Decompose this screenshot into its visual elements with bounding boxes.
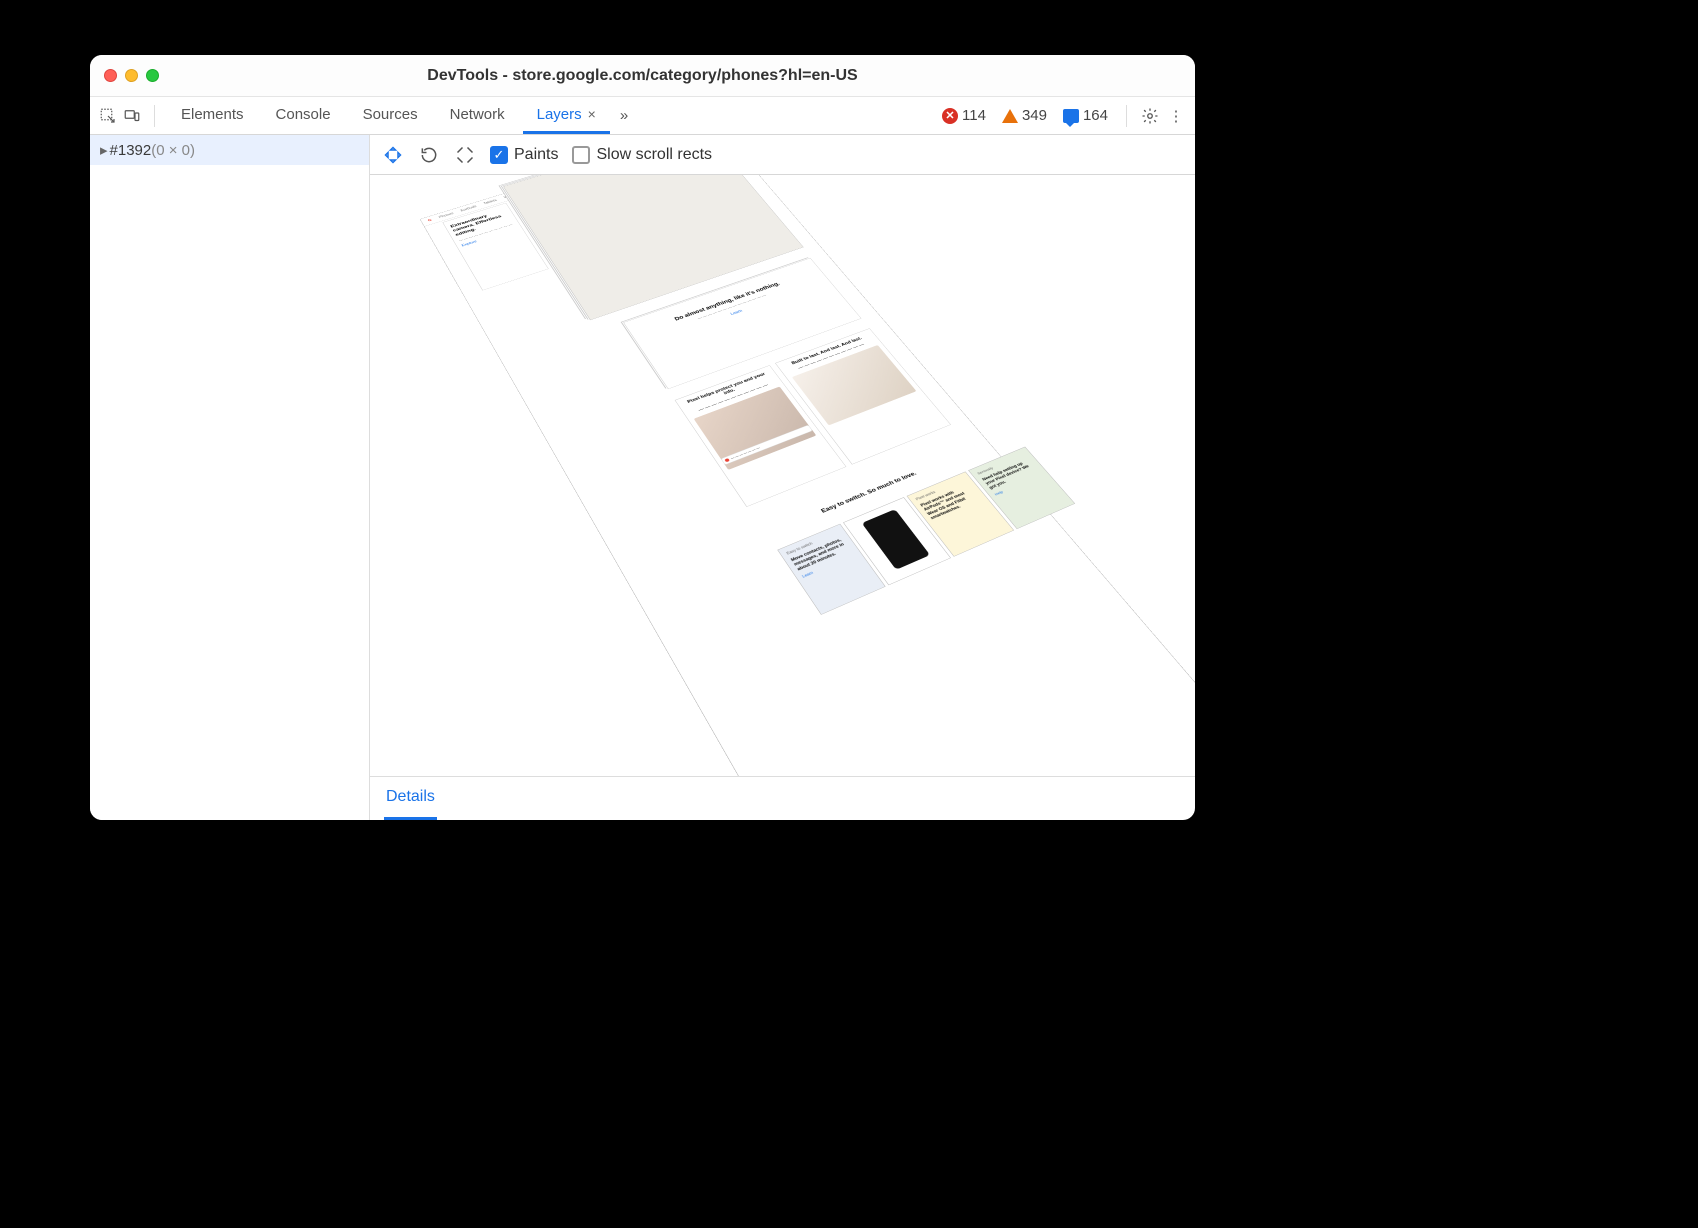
page-layer: G PhonesEarbudsTabletsWatches Extraordin… xyxy=(419,175,1195,776)
checkbox-icon xyxy=(572,146,590,164)
paints-label: Paints xyxy=(514,146,558,164)
layers-3d-viewport[interactable]: G PhonesEarbudsTabletsWatches Extraordin… xyxy=(370,175,1195,776)
reset-view-icon[interactable] xyxy=(454,144,476,166)
tab-label: Layers xyxy=(537,106,582,123)
errors-badge[interactable]: ✕ 114 xyxy=(942,107,986,124)
checkbox-icon xyxy=(490,146,508,164)
logo-icon: G xyxy=(427,219,432,223)
disclosure-icon[interactable]: ▸ xyxy=(100,142,108,159)
inspect-icon[interactable] xyxy=(98,106,118,126)
warning-icon xyxy=(1002,109,1018,123)
traffic-lights xyxy=(104,69,159,82)
divider xyxy=(1126,105,1127,127)
main-body: ▸#1392(0 × 0) Paints xyxy=(90,135,1195,820)
canvas-toolbar: Paints Slow scroll rects xyxy=(370,135,1195,175)
messages-badge[interactable]: 164 xyxy=(1063,107,1108,124)
message-icon xyxy=(1063,109,1079,123)
close-icon[interactable] xyxy=(104,69,117,82)
more-tabs-icon[interactable]: » xyxy=(614,107,634,124)
layer-tree-item[interactable]: ▸#1392(0 × 0) xyxy=(90,135,369,165)
warning-count: 349 xyxy=(1022,107,1047,124)
warnings-badge[interactable]: 349 xyxy=(1002,107,1047,124)
tab-network[interactable]: Network xyxy=(436,97,519,134)
error-count: 114 xyxy=(962,107,986,124)
divider xyxy=(154,105,155,127)
titlebar: DevTools - store.google.com/category/pho… xyxy=(90,55,1195,97)
rotate-icon[interactable] xyxy=(418,144,440,166)
details-panel: Details xyxy=(370,776,1195,820)
devtools-window: DevTools - store.google.com/category/pho… xyxy=(90,55,1195,820)
pan-icon[interactable] xyxy=(382,144,404,166)
slow-label: Slow scroll rects xyxy=(596,146,712,164)
paints-checkbox[interactable]: Paints xyxy=(490,146,558,164)
layers-scene: G PhonesEarbudsTabletsWatches Extraordin… xyxy=(419,175,1195,776)
window-title: DevTools - store.google.com/category/pho… xyxy=(90,67,1195,85)
tab-console[interactable]: Console xyxy=(262,97,345,134)
layer-id: #1392 xyxy=(110,142,152,159)
message-count: 164 xyxy=(1083,107,1108,124)
canvas-area: Paints Slow scroll rects G PhonesEarbuds… xyxy=(370,135,1195,820)
tab-details[interactable]: Details xyxy=(384,777,437,820)
slow-scroll-checkbox[interactable]: Slow scroll rects xyxy=(572,146,712,164)
close-icon[interactable]: × xyxy=(588,106,596,122)
devtools-toolbar: Elements Console Sources Network Layers … xyxy=(90,97,1195,135)
settings-icon[interactable] xyxy=(1139,107,1161,125)
tab-elements[interactable]: Elements xyxy=(167,97,258,134)
layer-dim: (0 × 0) xyxy=(151,142,195,159)
zoom-icon[interactable] xyxy=(146,69,159,82)
phone-image xyxy=(861,510,929,571)
device-icon[interactable] xyxy=(122,106,142,126)
layers-tree[interactable]: ▸#1392(0 × 0) xyxy=(90,135,370,820)
kebab-icon[interactable]: ⋮ xyxy=(1165,107,1187,125)
minimize-icon[interactable] xyxy=(125,69,138,82)
tab-layers[interactable]: Layers × xyxy=(523,97,610,134)
error-icon: ✕ xyxy=(942,108,958,124)
tab-sources[interactable]: Sources xyxy=(349,97,432,134)
